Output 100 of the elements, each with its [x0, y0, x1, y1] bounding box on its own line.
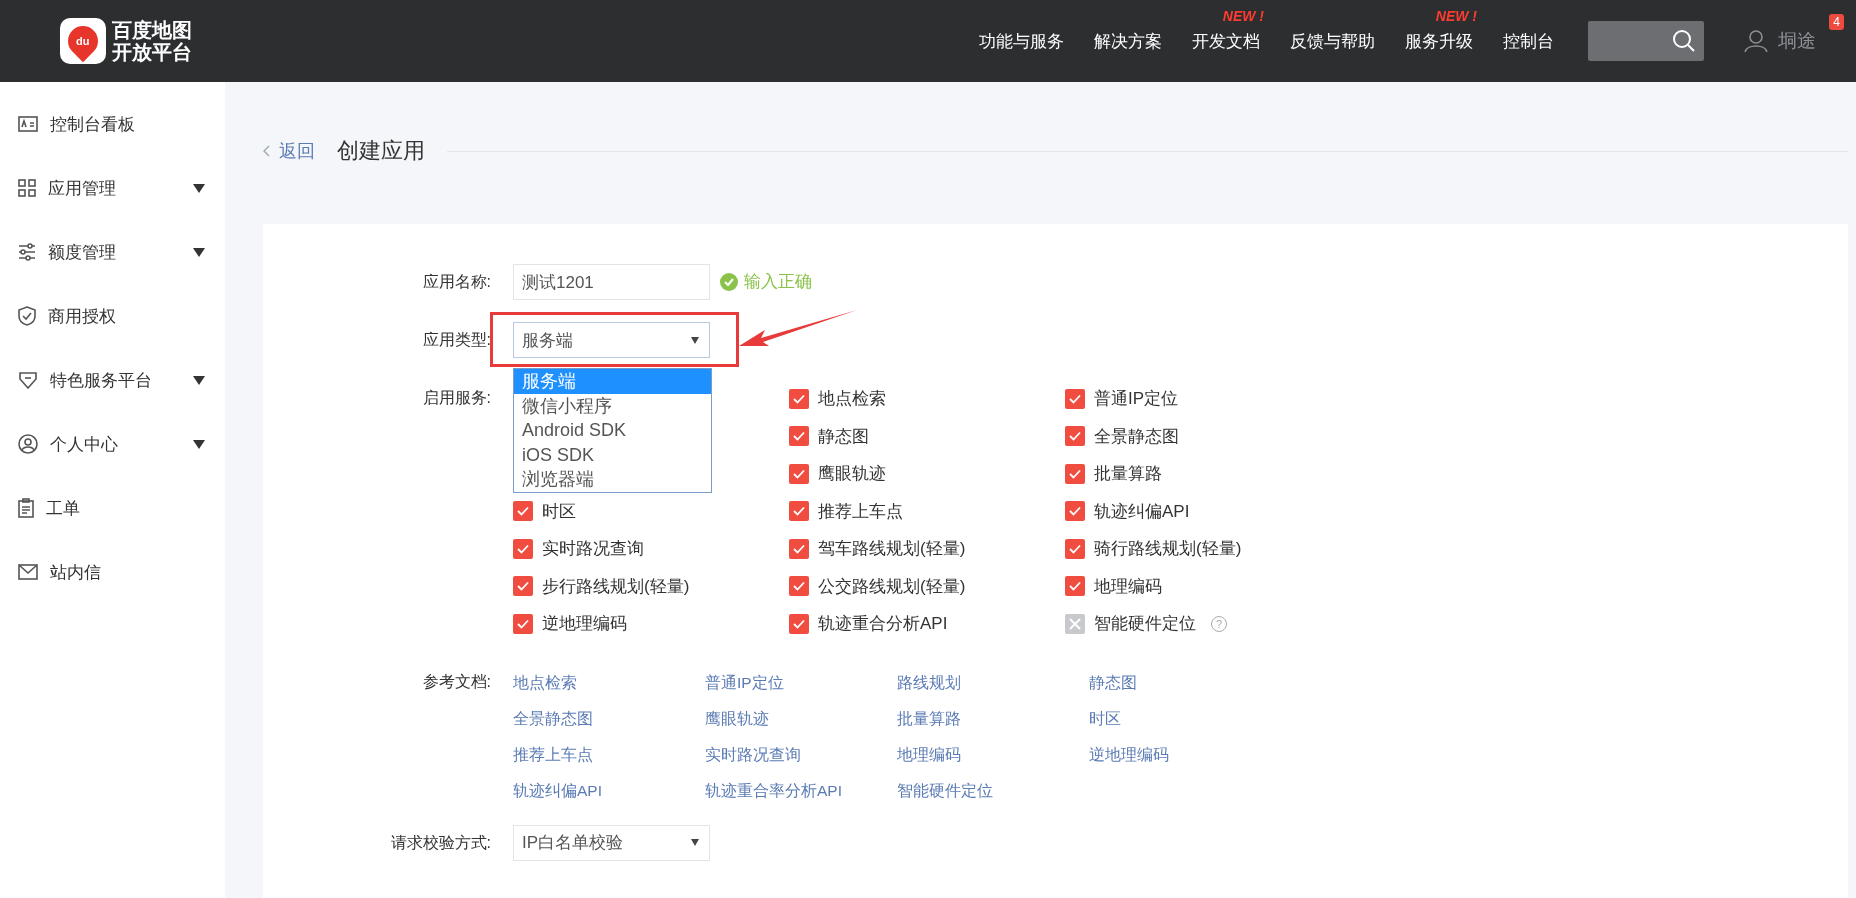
new-tag: NEW ! [1222, 7, 1264, 24]
caret-icon [193, 183, 205, 193]
doc-link[interactable]: 智能硬件定位 [897, 778, 1089, 803]
checkbox[interactable] [1065, 613, 1085, 634]
validation-message: 输入正确 [744, 271, 812, 293]
checkbox[interactable] [1065, 388, 1085, 409]
grid-icon [18, 179, 36, 197]
caret-icon [193, 375, 205, 385]
service-label: 静态图 [818, 425, 869, 448]
service-label: 骑行路线规划(轻量) [1094, 538, 1242, 561]
checkbox[interactable] [1065, 463, 1085, 484]
doc-link[interactable]: 地理编码 [897, 742, 1089, 767]
nav-link[interactable]: 反馈与帮助 [1290, 29, 1375, 53]
sidebar-item[interactable]: 站内信 [0, 540, 225, 604]
nav-link[interactable]: 控制台 [1503, 29, 1554, 53]
check-icon [517, 618, 529, 629]
checkbox[interactable] [513, 501, 533, 522]
logo-text: 开放平台 [112, 41, 192, 63]
check-icon [1069, 468, 1081, 479]
doc-link[interactable]: 鹰眼轨迹 [705, 706, 897, 731]
doc-link[interactable]: 普通IP定位 [705, 670, 897, 695]
check-icon [793, 581, 805, 592]
doc-link[interactable]: 逆地理编码 [1089, 742, 1281, 767]
service-label: 批量算路 [1094, 463, 1162, 486]
checkbox[interactable] [513, 538, 533, 559]
user-icon[interactable] [1744, 29, 1768, 53]
checkbox[interactable] [789, 426, 809, 447]
check-icon [1069, 393, 1081, 404]
logo-mark[interactable]: du [60, 18, 106, 64]
checkbox[interactable] [1065, 501, 1085, 522]
check-icon [793, 393, 805, 404]
field-label: 请求校验方式: [389, 832, 492, 853]
checkbox[interactable] [1065, 576, 1085, 597]
cross-icon [1069, 617, 1081, 630]
check-icon [793, 543, 805, 554]
page-title: 创建应用 [337, 137, 425, 165]
search-icon[interactable] [1672, 29, 1696, 53]
nav-link[interactable]: 解决方案 [1094, 29, 1162, 53]
back-link[interactable]: 返回 [263, 139, 315, 163]
type-select[interactable]: 服务端 [513, 322, 710, 358]
id-card-icon [18, 115, 38, 133]
verify-select[interactable]: IP白名单校验 [513, 824, 710, 861]
checkbox[interactable] [513, 576, 533, 597]
check-icon [793, 468, 805, 479]
check-icon [517, 581, 529, 592]
doc-link[interactable]: 实时路况查询 [705, 742, 897, 767]
service-label: 鹰眼轨迹 [818, 463, 886, 486]
check-icon [793, 431, 805, 442]
doc-link[interactable]: 轨迹重合率分析API [705, 778, 897, 803]
doc-link[interactable]: 全景静态图 [513, 706, 705, 731]
nav-link[interactable]: 服务升级 [1405, 29, 1473, 53]
caret-icon [691, 336, 699, 344]
checkbox[interactable] [1065, 538, 1085, 559]
check-icon [793, 618, 805, 629]
check-icon [517, 506, 529, 517]
clipboard-icon [18, 498, 34, 518]
doc-link[interactable]: 批量算路 [897, 706, 1089, 731]
sidebar-item[interactable]: 工单 [0, 476, 225, 540]
name-field[interactable]: 测试1201 [513, 264, 710, 300]
chevron-left-icon [263, 145, 271, 157]
sidebar-item[interactable]: 商用授权 [0, 284, 225, 348]
checkbox[interactable] [789, 538, 809, 559]
field-label: 启用服务: [421, 388, 492, 408]
checkbox[interactable] [1065, 426, 1085, 447]
user-icon [18, 434, 38, 454]
service-label: 逆地理编码 [542, 613, 627, 636]
field-label: 参考文档: [421, 671, 492, 692]
checkbox[interactable] [789, 388, 809, 409]
search-field[interactable] [1588, 21, 1704, 61]
sidebar-item[interactable]: 特色服务平台 [0, 348, 225, 412]
checkbox[interactable] [789, 463, 809, 484]
badge-icon [18, 371, 38, 389]
service-label: 步行路线规划(轻量) [542, 575, 690, 598]
checkbox[interactable] [513, 613, 533, 634]
caret-icon [691, 839, 699, 846]
sidebar-item[interactable]: 额度管理 [0, 220, 225, 284]
service-label: 智能硬件定位 [1094, 613, 1196, 636]
nav-link[interactable]: 开发文档 [1192, 29, 1260, 53]
field-label: 应用名称: [421, 272, 492, 292]
doc-link[interactable]: 路线规划 [897, 670, 1089, 695]
sliders-icon [18, 243, 36, 261]
checkbox[interactable] [789, 576, 809, 597]
doc-link[interactable]: 静态图 [1089, 670, 1281, 695]
field-label: 应用类型: [421, 330, 492, 350]
shield-check-icon [18, 306, 36, 326]
checkbox[interactable] [789, 613, 809, 634]
check-circle-icon [720, 273, 738, 291]
doc-link[interactable]: 轨迹纠偏API [513, 778, 705, 803]
checkbox[interactable] [789, 501, 809, 522]
doc-link[interactable]: 时区 [1089, 706, 1281, 731]
nav-link[interactable]: 功能与服务 [979, 29, 1064, 53]
doc-link[interactable]: 推荐上车点 [513, 742, 705, 767]
user-name[interactable]: 垌途 [1778, 28, 1816, 54]
check-icon [793, 506, 805, 517]
sidebar-item[interactable]: 控制台看板 [0, 92, 225, 156]
sidebar-item[interactable]: 应用管理 [0, 156, 225, 220]
sidebar-item[interactable]: 个人中心 [0, 412, 225, 476]
caret-icon [193, 247, 205, 257]
doc-link[interactable]: 地点检索 [513, 670, 705, 695]
caret-icon [193, 439, 205, 449]
